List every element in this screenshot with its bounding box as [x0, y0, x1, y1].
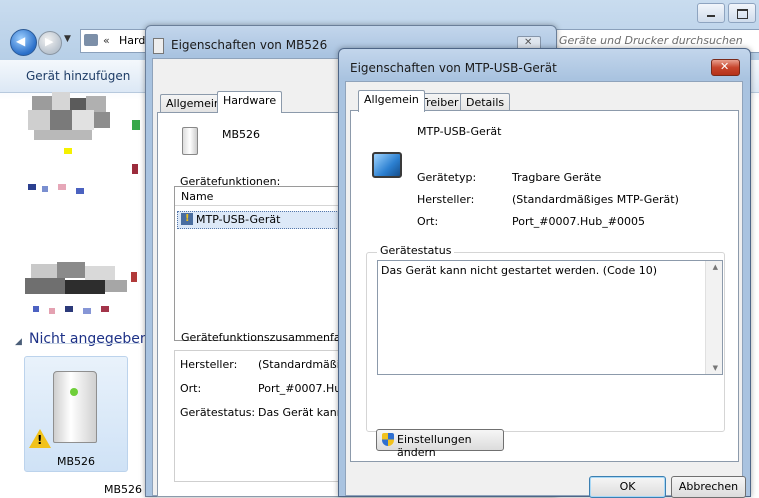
- device-tile-mb526[interactable]: MB526: [24, 356, 128, 472]
- pixel-block: [34, 130, 92, 140]
- address-text: Hard: [119, 34, 146, 47]
- dialog-title: Eigenschaften von MB526: [171, 38, 328, 52]
- device-tile-label-partial: MB526: [104, 483, 143, 496]
- close-button[interactable]: [711, 59, 740, 76]
- summary-label-manufacturer: Hersteller:: [180, 358, 238, 371]
- control-panel-icon: [84, 34, 98, 46]
- pixel-block: [85, 266, 115, 280]
- summary-label-status: Gerätestatus:: [180, 406, 256, 419]
- cancel-button[interactable]: Abbrechen: [671, 476, 746, 498]
- prop-label-location: Ort:: [417, 215, 439, 228]
- dialog-client-area: Allgemein Treiber Details MTP-USB-Gerät …: [345, 81, 746, 498]
- pixel-block: [65, 306, 73, 312]
- prop-label-type: Gerätetyp:: [417, 171, 477, 184]
- device-tower-icon: [182, 127, 198, 155]
- status-scrollbar[interactable]: ▲ ▼: [705, 261, 722, 374]
- pixel-block: [42, 186, 48, 192]
- device-status-textbox[interactable]: Das Gerät kann nicht gestartet werden. (…: [377, 260, 723, 375]
- pixel-block: [131, 272, 137, 282]
- prop-value-manufacturer: (Standardmäßiges MTP-Gerät): [512, 193, 679, 206]
- pixel-block: [25, 278, 65, 294]
- prop-value-location: Port_#0007.Hub_#0005: [512, 215, 645, 228]
- pixel-block: [28, 184, 36, 190]
- add-device-button[interactable]: Gerät hinzufügen: [26, 69, 130, 83]
- portable-device-icon: [372, 152, 402, 178]
- pixel-block: [72, 110, 94, 130]
- pixel-block: [65, 280, 105, 294]
- blurred-device-thumbnail[interactable]: [28, 92, 140, 194]
- status-message: Das Gerät kann nicht gestartet werden. (…: [381, 264, 658, 277]
- ok-button[interactable]: OK: [589, 476, 666, 498]
- device-functions-list[interactable]: Name MTP-USB-Gerät: [174, 186, 356, 341]
- device-tile-label: MB526: [56, 455, 96, 468]
- address-chevron[interactable]: «: [103, 34, 110, 47]
- pixel-block: [64, 148, 72, 154]
- prop-label-manufacturer: Hersteller:: [417, 193, 475, 206]
- pixel-block: [101, 306, 109, 312]
- column-name: Name: [181, 190, 214, 203]
- group-divider: [40, 343, 140, 344]
- device-name: MTP-USB-Gerät: [417, 125, 502, 138]
- pixel-block: [31, 264, 57, 278]
- list-item[interactable]: MTP-USB-Gerät: [177, 211, 355, 229]
- search-placeholder: Geräte und Drucker durchsuchen: [559, 34, 743, 47]
- pixel-block: [50, 110, 72, 132]
- prop-value-type: Tragbare Geräte: [512, 171, 602, 184]
- address-bar[interactable]: « Hard: [80, 29, 152, 53]
- maximize-button[interactable]: [728, 3, 756, 23]
- scroll-down-icon[interactable]: ▼: [713, 364, 718, 372]
- pixel-block: [32, 96, 52, 110]
- device-properties-icon: [153, 38, 164, 54]
- minimize-button[interactable]: [697, 3, 725, 23]
- pixel-block: [76, 188, 84, 194]
- blurred-device-thumbnail[interactable]: [25, 262, 140, 322]
- function-name: MTP-USB-Gerät: [196, 213, 281, 226]
- change-settings-label: Einstellungen ändern: [397, 433, 472, 459]
- pixel-block: [33, 306, 39, 312]
- device-name: MB526: [222, 128, 261, 141]
- warning-icon: [29, 429, 51, 448]
- pixel-block: [28, 110, 50, 130]
- scroll-up-icon[interactable]: ▲: [713, 263, 718, 271]
- status-group-label: Gerätestatus: [377, 244, 455, 257]
- tab-hardware[interactable]: Hardware: [217, 91, 283, 113]
- general-tab-panel: MTP-USB-Gerät Gerätetyp: Tragbare Geräte…: [350, 110, 739, 462]
- collapse-group-icon[interactable]: ◢: [15, 337, 22, 347]
- pixel-block: [132, 164, 138, 174]
- dialog-title: Eigenschaften von MTP-USB-Gerät: [350, 61, 557, 75]
- pixel-block: [70, 98, 86, 110]
- device-tower-icon: [53, 371, 97, 443]
- pixel-block: [105, 280, 127, 292]
- pixel-block: [94, 112, 110, 128]
- pixel-block: [132, 120, 140, 130]
- pixel-block: [52, 92, 70, 110]
- forward-button[interactable]: [38, 31, 62, 55]
- pixel-block: [49, 308, 55, 314]
- tab-general[interactable]: Allgemein: [358, 90, 425, 112]
- history-dropdown-icon[interactable]: ▼: [64, 34, 71, 44]
- pixel-block: [83, 308, 91, 314]
- pixel-block: [57, 262, 85, 278]
- list-column-header[interactable]: Name: [175, 187, 355, 206]
- uac-shield-icon: [382, 433, 394, 446]
- change-settings-button[interactable]: Einstellungen ändern: [376, 429, 504, 459]
- warning-device-icon: [181, 213, 193, 225]
- pixel-block: [58, 184, 66, 190]
- group-header-unspecified[interactable]: Nicht angegeben: [29, 331, 149, 347]
- summary-label-location: Ort:: [180, 382, 202, 395]
- mtp-usb-properties-dialog: Eigenschaften von MTP-USB-Gerät Allgemei…: [338, 48, 751, 498]
- back-button[interactable]: [10, 29, 37, 56]
